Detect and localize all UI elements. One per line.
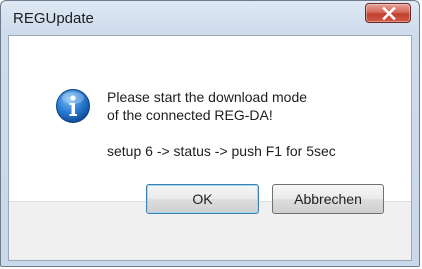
ok-button[interactable]: OK <box>146 184 259 214</box>
window-title: REGUpdate <box>13 10 94 27</box>
cancel-button[interactable]: Abbrechen <box>272 184 384 214</box>
close-icon <box>382 7 396 20</box>
message-instruction: setup 6 -> status -> push F1 for 5sec <box>107 143 336 159</box>
message-text-line-1: Please start the download mode <box>107 89 308 105</box>
info-icon <box>56 89 90 123</box>
message-text-line-2: of the connected REG-DA! <box>107 107 273 123</box>
title-bar[interactable]: REGUpdate <box>1 1 419 33</box>
dialog-window: REGUpdate Please start the download mode… <box>0 0 420 267</box>
dialog-body: Please start the download mode of the co… <box>8 35 412 261</box>
close-button[interactable] <box>365 3 411 23</box>
